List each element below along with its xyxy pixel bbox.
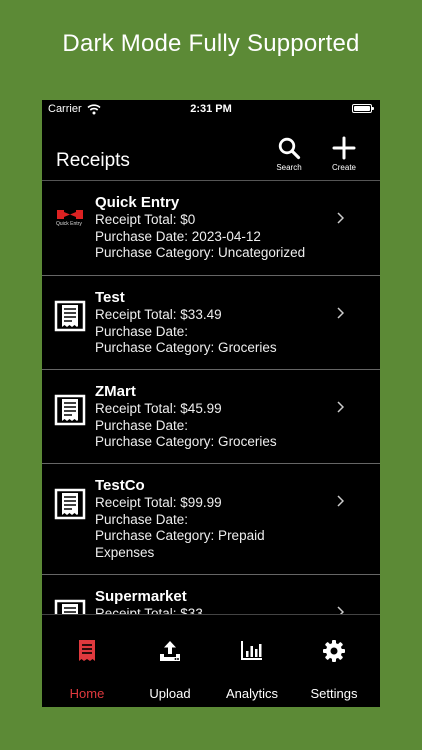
receipt-icon	[79, 640, 95, 661]
page-title: Receipts	[56, 150, 130, 171]
receipt-date: Purchase Date:	[95, 417, 189, 433]
tab-settings[interactable]: Settings	[292, 639, 376, 701]
status-time: 2:31 PM	[190, 103, 232, 115]
receipt-row-test[interactable]: Test Receipt Total: $33.49 Purchase Date…	[42, 276, 380, 370]
bar-chart-icon	[241, 641, 262, 660]
receipt-category-continued: Expenses	[95, 544, 155, 560]
tab-settings-label: Settings	[310, 686, 358, 701]
receipt-category: Purchase Category: Prepaid	[95, 528, 265, 543]
receipt-category: Purchase Category: Uncategorized	[95, 245, 306, 260]
receipt-thumbnail-icon	[54, 300, 86, 332]
receipt-title: Test	[95, 289, 125, 306]
chevron-right-icon	[337, 307, 344, 319]
gear-icon	[323, 640, 345, 662]
upload-icon	[160, 641, 180, 661]
tab-upload[interactable]: Upload	[128, 639, 212, 701]
chevron-right-icon	[337, 401, 344, 413]
receipt-list[interactable]: Quick Entry Quick Entry Receipt Total: $…	[42, 180, 380, 614]
receipt-title: TestCo	[95, 477, 145, 494]
chevron-right-icon	[337, 212, 344, 224]
promo-headline: Dark Mode Fully Supported	[62, 30, 360, 57]
receipt-thumbnail-icon	[54, 599, 86, 614]
receipt-thumbnail-icon	[54, 488, 86, 520]
receipt-total: Receipt Total: $0	[95, 212, 196, 227]
search-icon	[278, 137, 301, 160]
receipt-category: Purchase Category: Groceries	[95, 434, 277, 449]
tab-home-label: Home	[69, 686, 105, 701]
receipt-thumbnail-icon	[54, 394, 86, 426]
receipt-date: Purchase Date: 2023-04-12	[95, 228, 261, 244]
tab-analytics-label: Analytics	[225, 686, 279, 701]
receipt-category: Purchase Category: Groceries	[95, 340, 277, 355]
tab-bar: Home Upload Analytics Settings	[42, 614, 380, 707]
receipt-date: Purchase Date:	[95, 323, 189, 339]
tab-home[interactable]: Home	[45, 639, 129, 701]
receipt-date: Purchase Date:	[95, 511, 189, 527]
receipt-total: Receipt Total: $33	[95, 606, 203, 614]
phone-screen: Carrier 2:31 PM Receipts Search Create Q…	[42, 100, 380, 707]
create-button[interactable]: Create	[324, 136, 364, 172]
battery-icon	[352, 104, 374, 113]
receipt-row-zmart[interactable]: ZMart Receipt Total: $45.99 Purchase Dat…	[42, 370, 380, 464]
receipt-total: Receipt Total: $45.99	[95, 401, 222, 416]
create-button-label: Create	[331, 163, 356, 172]
tab-upload-label: Upload	[149, 686, 191, 701]
receipt-title: ZMart	[95, 383, 136, 400]
receipt-total: Receipt Total: $99.99	[95, 495, 222, 510]
chevron-right-icon	[337, 495, 344, 507]
navigation-bar: Receipts Search Create	[42, 120, 380, 180]
search-button[interactable]: Search	[269, 136, 309, 172]
chevron-right-icon	[337, 606, 344, 614]
status-bar: Carrier 2:31 PM	[42, 100, 380, 120]
quick-entry-thumbnail-label: Quick Entry	[56, 221, 82, 227]
receipt-title: Quick Entry	[95, 194, 180, 211]
receipt-row-quick-entry[interactable]: Quick Entry Quick Entry Receipt Total: $…	[42, 181, 380, 276]
plus-icon	[332, 136, 356, 160]
receipt-row-supermarket[interactable]: Supermarket Receipt Total: $33	[42, 575, 380, 614]
quick-entry-thumbnail-icon	[57, 210, 83, 219]
receipt-total: Receipt Total: $33.49	[95, 307, 222, 322]
tab-analytics[interactable]: Analytics	[210, 639, 294, 701]
search-button-label: Search	[276, 163, 302, 172]
receipt-title: Supermarket	[95, 588, 187, 605]
receipt-row-testco[interactable]: TestCo Receipt Total: $99.99 Purchase Da…	[42, 464, 380, 575]
